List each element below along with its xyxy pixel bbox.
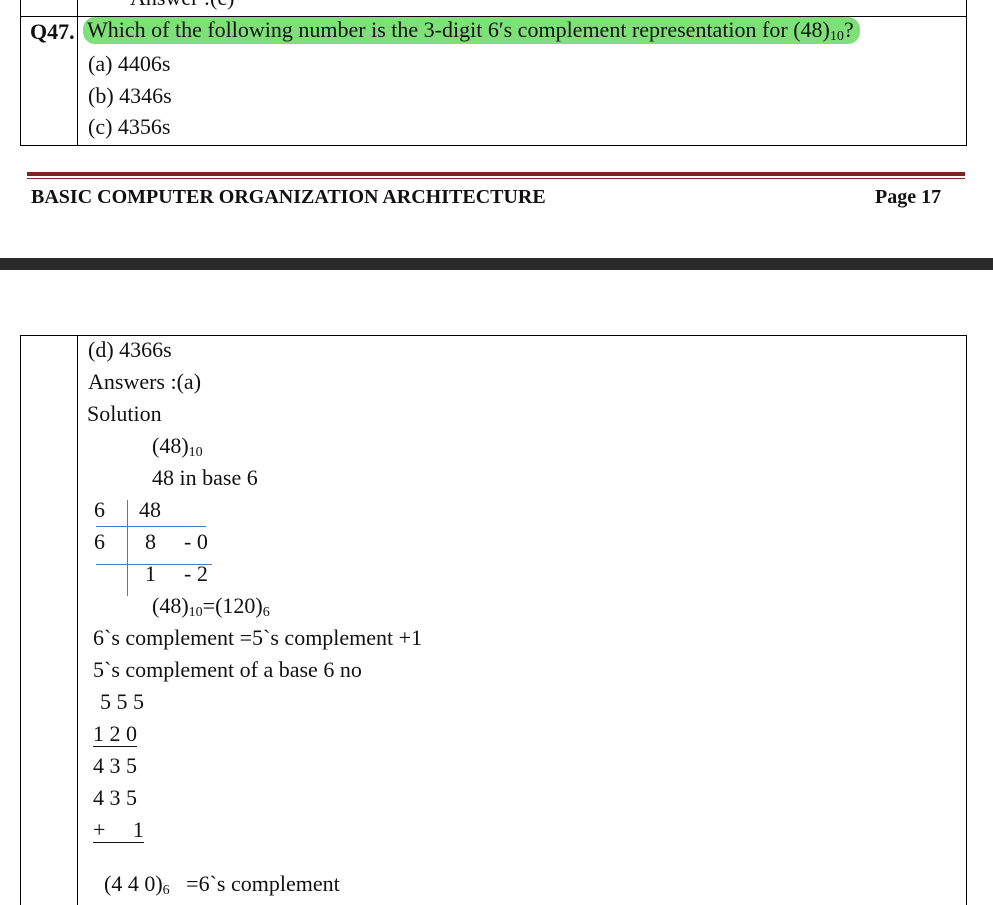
option-c: (c) 4356s xyxy=(88,114,171,139)
option-d: (d) 4366s xyxy=(88,337,172,362)
remainder-2: - 2 xyxy=(184,561,208,586)
calc-row-1: 5 5 5 xyxy=(100,689,144,714)
given-number: (48)10 xyxy=(152,433,203,460)
divisor-1: 6 xyxy=(94,497,105,522)
quotient-1: 8 xyxy=(145,529,156,554)
question-text: Which of the following number is the 3-d… xyxy=(87,17,830,42)
complement-rule: 6`s complement =5`s complement +1 xyxy=(93,625,423,650)
question-number: Q47. xyxy=(30,19,75,44)
page-break-bar xyxy=(0,258,993,270)
calc-row-5: + 1 xyxy=(93,817,144,843)
in-base-line: 48 in base 6 xyxy=(152,465,258,490)
answer-line: Answers :(a) xyxy=(88,369,202,394)
question-end: ? xyxy=(843,17,854,42)
page-number: Page 17 xyxy=(875,186,942,208)
conversion-result: (48)10=(120)6 xyxy=(152,593,270,620)
remainder-1: - 0 xyxy=(184,529,208,554)
complement-heading: 5`s complement of a base 6 no xyxy=(93,657,362,682)
question-text-highlight: Which of the following number is the 3-d… xyxy=(83,17,860,44)
dividend-1: 48 xyxy=(139,497,161,522)
question-subscript: 10 xyxy=(829,29,844,44)
previous-answer: Answer :(c) xyxy=(130,0,234,9)
quotient-2: 1 xyxy=(145,561,156,586)
option-b: (b) 4346s xyxy=(88,83,172,108)
footer-title: BASIC COMPUTER ORGANIZATION ARCHITECTURE xyxy=(31,186,546,208)
divisor-2: 6 xyxy=(94,529,105,554)
calc-row-3: 4 3 5 xyxy=(93,753,137,778)
final-result: (4 4 0)6 =6`s complement xyxy=(104,871,340,898)
option-a: (a) 4406s xyxy=(88,51,171,76)
calc-row-2: 1 2 0 xyxy=(93,721,137,747)
solution-label: Solution xyxy=(87,401,162,426)
calc-row-4: 4 3 5 xyxy=(93,785,137,810)
